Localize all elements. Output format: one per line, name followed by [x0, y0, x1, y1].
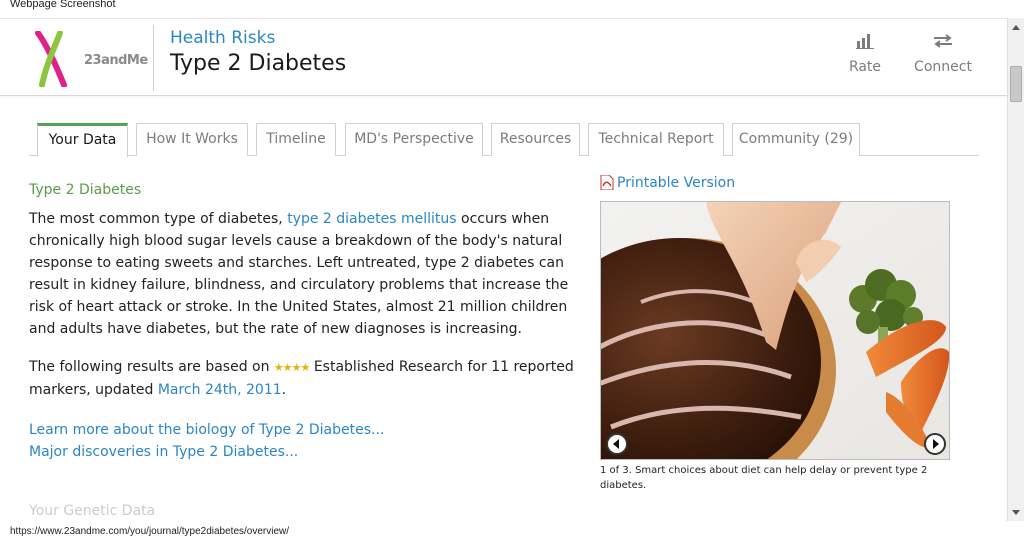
window-title: Webpage Screenshot — [10, 0, 116, 10]
tab-timeline[interactable]: Timeline — [256, 123, 336, 156]
tab-bar: Your Data How It Works Timeline MD's Per… — [29, 123, 979, 157]
logo-x-mark — [35, 30, 67, 88]
scroll-down-button[interactable] — [1008, 504, 1024, 521]
donut-broccoli-photo — [601, 202, 949, 459]
sidebar: Printable Version 1 of 3. Smart choices … — [600, 174, 950, 493]
intro-paragraph: The most common type of diabetes, type 2… — [29, 208, 589, 340]
breadcrumb-health-risks[interactable]: Health Risks — [170, 28, 275, 48]
star-rating-icon: ★★★★ — [273, 361, 310, 374]
intro-text-start: The most common type of diabetes, — [29, 211, 288, 227]
more-links: Learn more about the biology of Type 2 D… — [29, 419, 589, 463]
tab-community[interactable]: Community (29) — [732, 123, 860, 156]
slide-prev-button[interactable] — [606, 433, 628, 455]
tab-your-data[interactable]: Your Data — [37, 123, 128, 157]
printable-version-link[interactable]: Printable Version — [600, 174, 950, 195]
arrow-down-icon — [1012, 509, 1020, 515]
slide-next-button[interactable] — [924, 433, 946, 455]
vertical-scrollbar[interactable] — [1007, 18, 1024, 521]
page-title: Type 2 Diabetes — [170, 51, 347, 76]
triangle-right-icon — [933, 439, 939, 449]
bar-chart-icon — [856, 34, 874, 49]
learn-biology-link[interactable]: Learn more about the biology of Type 2 D… — [29, 419, 589, 441]
tab-how-it-works[interactable]: How It Works — [136, 123, 248, 156]
results-text-start: The following results are based on — [29, 359, 274, 375]
tab-technical-report[interactable]: Technical Report — [588, 123, 724, 156]
genetic-data-heading: Your Genetic Data — [29, 503, 156, 519]
connect-button[interactable]: Connect — [912, 33, 974, 75]
results-paragraph: The following results are based on ★★★★ … — [29, 356, 589, 401]
section-heading: Type 2 Diabetes — [29, 182, 142, 198]
major-discoveries-link[interactable]: Major discoveries in Type 2 Diabetes... — [29, 441, 589, 463]
type2-mellitus-link[interactable]: type 2 diabetes mellitus — [287, 211, 456, 227]
connect-arrows-icon — [934, 34, 952, 48]
research-label[interactable]: Established Research — [314, 359, 463, 375]
site-header: 23andMe Health Risks Type 2 Diabetes Rat… — [0, 19, 1007, 96]
logo-text: 23andMe — [84, 53, 148, 68]
connect-label: Connect — [914, 59, 972, 75]
tab-mds-perspective[interactable]: MD's Perspective — [345, 123, 483, 156]
pdf-icon — [600, 174, 614, 191]
intro-text-end: occurs when chronically high blood sugar… — [29, 211, 569, 337]
updated-date-link[interactable]: March 24th, 2011 — [158, 382, 282, 398]
browser-viewport: 23andMe Health Risks Type 2 Diabetes Rat… — [0, 18, 1007, 521]
site-logo[interactable]: 23andMe — [34, 30, 148, 88]
arrow-up-icon — [1012, 24, 1020, 30]
triangle-left-icon — [613, 439, 619, 449]
slideshow-image[interactable] — [600, 201, 950, 460]
scroll-up-button[interactable] — [1008, 18, 1024, 35]
printable-label: Printable Version — [617, 175, 736, 191]
rate-label: Rate — [848, 59, 882, 75]
main-content: Type 2 Diabetes The most common type of … — [29, 182, 589, 519]
results-text-end: . — [281, 382, 287, 398]
status-bar-url: https://www.23andme.com/you/journal/type… — [10, 526, 290, 537]
scrollbar-thumb[interactable] — [1010, 66, 1022, 102]
tab-resources[interactable]: Resources — [491, 123, 580, 156]
slide-caption: 1 of 3. Smart choices about diet can hel… — [600, 465, 928, 491]
header-divider — [153, 25, 154, 91]
rate-button[interactable]: Rate — [848, 33, 882, 75]
